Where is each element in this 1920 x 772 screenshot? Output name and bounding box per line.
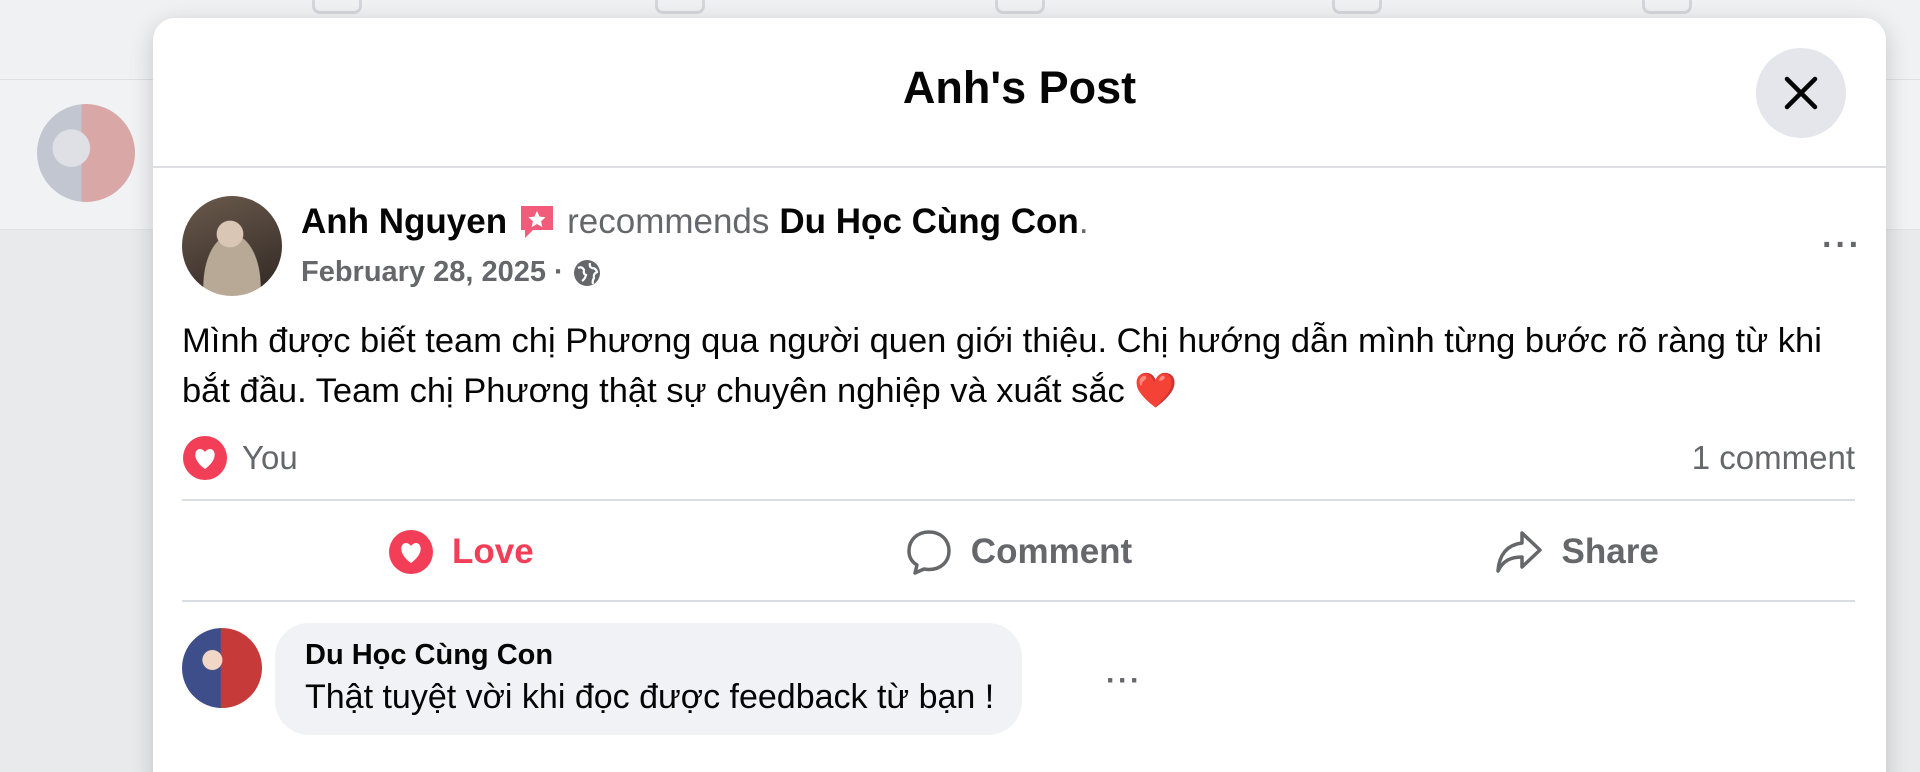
reaction-summary[interactable]: You	[182, 435, 298, 481]
bg-nav-icon	[1332, 0, 1382, 14]
post-more-button[interactable]: ···	[1822, 226, 1862, 265]
post-date[interactable]: February 28, 2025	[301, 256, 546, 289]
post-header-line: Anh Nguyen recommends Du Học Cùng Con.	[301, 202, 1089, 242]
recommended-page-name[interactable]: Du Học Cùng Con	[779, 202, 1078, 242]
recommendation-badge-icon	[517, 202, 557, 242]
post-date-line: February 28, 2025 ·	[301, 256, 602, 289]
bg-nav-icon	[655, 0, 705, 14]
divider-bottom	[182, 600, 1855, 602]
share-button[interactable]: Share	[1297, 505, 1855, 599]
comment-bubble: Du Học Cùng Con Thật tuyệt vời khi đọc đ…	[275, 623, 1023, 735]
reaction-names: You	[242, 439, 298, 476]
recommends-text: recommends	[567, 202, 770, 241]
date-separator: ·	[554, 256, 564, 288]
dialog-header: Anh's Post	[153, 18, 1886, 168]
love-label: Love	[451, 532, 534, 571]
comment-icon	[907, 530, 951, 575]
comment-label: Comment	[970, 532, 1133, 571]
reactions-summary-row: You 1 comment	[182, 428, 1855, 488]
post-action-bar: Love Comment Share	[182, 505, 1855, 599]
bg-nav-icon	[995, 0, 1045, 14]
share-label: Share	[1561, 532, 1659, 571]
love-button[interactable]: Love	[182, 505, 740, 599]
background-avatar	[37, 104, 135, 202]
comment-count-link[interactable]: 1 comment	[1692, 439, 1855, 477]
bg-nav-icon	[1642, 0, 1692, 14]
divider-top	[182, 499, 1855, 501]
commenter-avatar[interactable]	[182, 628, 262, 708]
globe-icon	[573, 259, 600, 286]
author-name[interactable]: Anh Nguyen	[301, 202, 507, 242]
post-body: Mình được biết team chị Phương qua người…	[182, 322, 1822, 410]
dialog-title: Anh's Post	[902, 62, 1137, 113]
close-button[interactable]	[1756, 48, 1846, 138]
page-name-suffix: .	[1078, 202, 1089, 241]
share-icon	[1495, 531, 1542, 573]
close-icon	[1784, 76, 1818, 110]
author-avatar[interactable]	[182, 196, 282, 296]
comment-text: Thật tuyệt vời khi đọc được feedback từ …	[305, 678, 995, 716]
love-reaction-icon	[183, 436, 227, 480]
comment-button[interactable]: Comment	[740, 505, 1298, 599]
comment-more-button[interactable]: ···	[1106, 664, 1142, 698]
comment-author[interactable]: Du Học Cùng Con	[305, 639, 994, 672]
love-icon	[388, 530, 433, 574]
bg-nav-icon	[312, 0, 362, 14]
